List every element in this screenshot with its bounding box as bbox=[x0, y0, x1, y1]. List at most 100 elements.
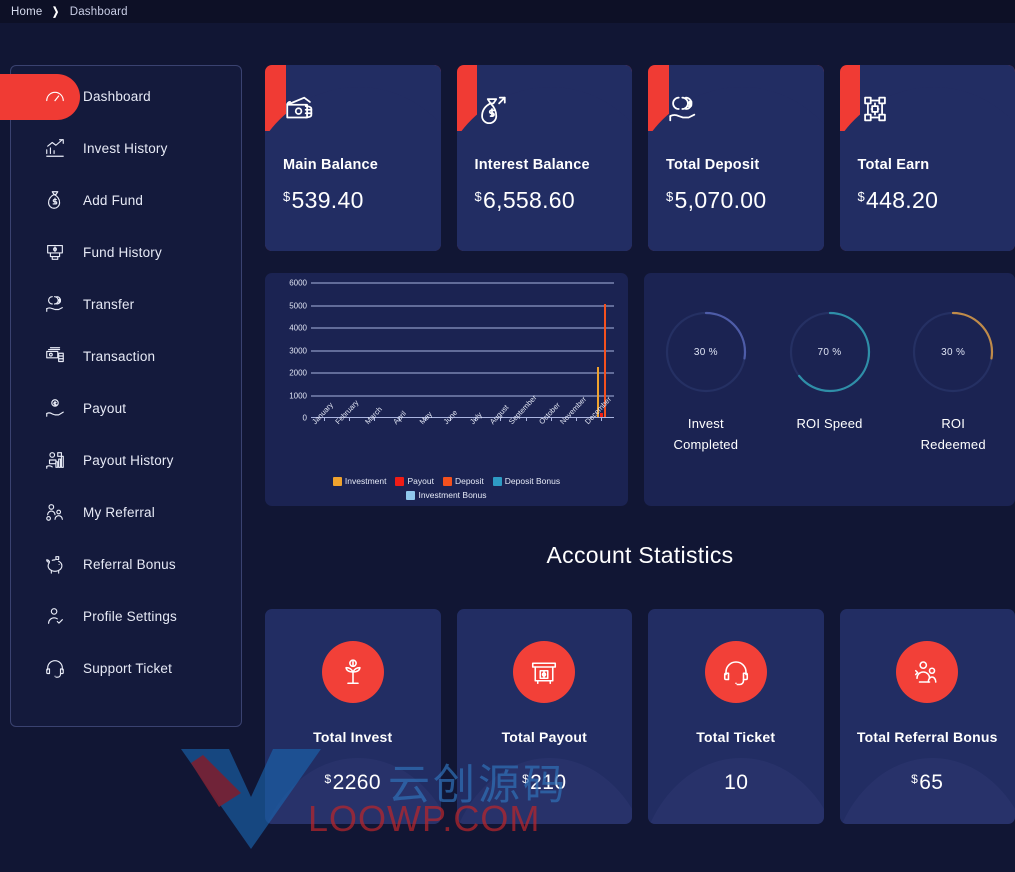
progress-ring-circle: 30 % bbox=[665, 311, 747, 393]
chart-x-tick-slot: December bbox=[583, 395, 614, 474]
currency-symbol: $ bbox=[911, 772, 919, 786]
sidebar-item-payout[interactable]: Payout bbox=[11, 382, 241, 434]
sidebar-item-label: Payout History bbox=[83, 452, 174, 468]
chart-month-group bbox=[538, 283, 563, 421]
sidebar-item-fund-history[interactable]: Fund History bbox=[11, 226, 241, 278]
amount-value: 448.20 bbox=[866, 187, 939, 213]
stat-card-title: Total Payout bbox=[501, 729, 587, 745]
balance-card-amount: $539.40 bbox=[283, 187, 423, 214]
stat-card-value: $210 bbox=[522, 771, 566, 795]
chevron-right-icon: ❯ bbox=[52, 6, 60, 18]
sidebar-item-label: Payout bbox=[83, 400, 127, 416]
breadcrumb-home[interactable]: Home bbox=[11, 6, 42, 18]
balance-card-interest-balance[interactable]: Interest Balance $6,558.60 bbox=[456, 65, 632, 251]
balance-card-body: Total Deposit $5,070.00 bbox=[648, 65, 824, 214]
legend-label: Investment bbox=[344, 476, 387, 486]
progress-ring-circle: 70 % bbox=[789, 311, 871, 393]
stat-value-number: 65 bbox=[919, 771, 944, 794]
speedometer-icon bbox=[33, 85, 77, 107]
progress-ring-label: ROI Redeemed bbox=[921, 413, 986, 456]
chart-y-tick: 3000 bbox=[289, 346, 307, 355]
main-content: Main Balance $539.40 Interest Balance $6,55… bbox=[260, 23, 1015, 872]
sidebar-item-transaction[interactable]: Transaction bbox=[11, 330, 241, 382]
chart-x-tick-slot: August bbox=[488, 403, 513, 474]
atm-withdraw-icon bbox=[513, 641, 576, 703]
chart-legend-item[interactable]: Payout bbox=[395, 476, 434, 486]
currency-symbol: $ bbox=[474, 189, 483, 204]
sidebar-item-add-fund[interactable]: Add Fund bbox=[11, 174, 241, 226]
balance-card-body: Main Balance $539.40 bbox=[265, 65, 441, 214]
amount-value: 5,070.00 bbox=[674, 187, 767, 213]
currency-symbol: $ bbox=[522, 772, 530, 786]
headset-icon bbox=[33, 657, 77, 679]
stat-card-title: Total Referral Bonus bbox=[856, 729, 998, 745]
chart-month-group bbox=[412, 283, 437, 421]
breadcrumb-bar: Home ❯ Dashboard bbox=[0, 0, 1015, 23]
chart-month-group bbox=[311, 283, 336, 421]
stat-card-total-referral-bonus[interactable]: Total Referral Bonus $65 bbox=[839, 609, 1015, 824]
chart-x-tick-slot: April bbox=[387, 409, 412, 474]
chart-month-group bbox=[336, 283, 361, 421]
headset-icon bbox=[704, 641, 767, 703]
balance-card-amount: $448.20 bbox=[858, 187, 998, 214]
legend-swatch-icon bbox=[492, 476, 502, 486]
payout-chart-icon bbox=[33, 449, 77, 471]
stat-card-total-payout[interactable]: Total Payout $210 bbox=[456, 609, 632, 824]
chart-legend-item[interactable]: Deposit Bonus bbox=[492, 476, 560, 486]
balance-card-title: Total Earn bbox=[857, 157, 930, 173]
legend-swatch-icon bbox=[395, 476, 405, 486]
mid-row: 0 1000 2000 3000 4000 5000 6000 January Februar… bbox=[265, 273, 1015, 506]
stat-value-number: 10 bbox=[724, 771, 749, 794]
chart-bars bbox=[311, 283, 614, 421]
sidebar-item-support-ticket[interactable]: Support Ticket bbox=[11, 642, 241, 694]
balance-card-total-earn[interactable]: Total Earn $448.20 bbox=[839, 65, 1015, 251]
progress-ring-label-line2: Completed bbox=[673, 437, 739, 453]
sidebar-item-label: Transfer bbox=[83, 296, 135, 312]
progress-ring-label-line1: ROI bbox=[941, 416, 966, 431]
chart-growth-icon bbox=[33, 137, 77, 159]
sidebar-item-referral-bonus[interactable]: Referral Bonus bbox=[11, 538, 241, 590]
sidebar-item-my-referral[interactable]: My Referral bbox=[11, 486, 241, 538]
progress-ring-label: Invest Completed bbox=[674, 413, 739, 456]
page-title: Account Statistics bbox=[546, 542, 734, 568]
sidebar-item-payout-history[interactable]: Payout History bbox=[11, 434, 241, 486]
balance-card-main-balance[interactable]: Main Balance $539.40 bbox=[265, 65, 441, 251]
chart-x-tick-slot: July bbox=[463, 410, 488, 474]
sidebar-column: Dashboard Invest History Add Fund Fund Hist… bbox=[0, 23, 260, 872]
plant-money-icon bbox=[321, 641, 384, 703]
stat-card-value: $65 bbox=[911, 771, 943, 795]
stat-card-title: Total Invest bbox=[313, 729, 393, 745]
sidebar-item-label: Transaction bbox=[83, 348, 156, 364]
chart-y-tick: 4000 bbox=[289, 323, 307, 333]
sidebar-nav: Dashboard Invest History Add Fund Fund Hist… bbox=[0, 65, 242, 727]
hand-money-icon bbox=[33, 397, 77, 419]
hand-coins-icon bbox=[33, 293, 77, 315]
page-shell: Dashboard Invest History Add Fund Fund Hist… bbox=[0, 23, 1015, 872]
atm-cash-icon bbox=[33, 241, 77, 263]
chart-x-tick-slot: January bbox=[310, 400, 336, 474]
stat-card-total-ticket[interactable]: Total Ticket 10 bbox=[648, 609, 824, 824]
sidebar-item-profile-settings[interactable]: Profile Settings bbox=[11, 590, 241, 642]
balance-card-total-deposit[interactable]: Total Deposit $5,070.00 bbox=[648, 65, 824, 251]
sidebar-item-label: Invest History bbox=[83, 140, 168, 156]
piggy-bank-icon bbox=[33, 553, 77, 575]
chart-legend-item[interactable]: Investment Bonus bbox=[283, 490, 610, 500]
referral-people-icon bbox=[896, 641, 959, 703]
sidebar-item-dashboard[interactable]: Dashboard bbox=[0, 70, 241, 122]
chart-y-tick: 1000 bbox=[289, 391, 307, 400]
sidebar-item-label: Profile Settings bbox=[83, 608, 177, 624]
balance-card-title: Main Balance bbox=[283, 157, 379, 173]
amount-value: 6,558.60 bbox=[483, 187, 575, 213]
sidebar-item-transfer[interactable]: Transfer bbox=[11, 278, 241, 330]
stat-card-total-invest[interactable]: Total Invest $2260 bbox=[265, 609, 441, 824]
chart-y-tick: 5000 bbox=[289, 301, 307, 310]
hand-coins-icon bbox=[666, 85, 806, 133]
currency-symbol: $ bbox=[283, 189, 291, 204]
chart-legend-item[interactable]: Deposit bbox=[442, 476, 484, 486]
statistics-card-row: Total Invest $2260 Total Payout $210 Total T… bbox=[265, 609, 1015, 824]
chart-legend-item[interactable]: Investment bbox=[332, 476, 387, 486]
chart-x-tick-slot: May bbox=[412, 410, 437, 474]
sidebar-item-invest-history[interactable]: Invest History bbox=[11, 122, 241, 174]
breadcrumb-current: Dashboard bbox=[69, 5, 128, 18]
chart-x-tick-slot: February bbox=[333, 398, 361, 474]
